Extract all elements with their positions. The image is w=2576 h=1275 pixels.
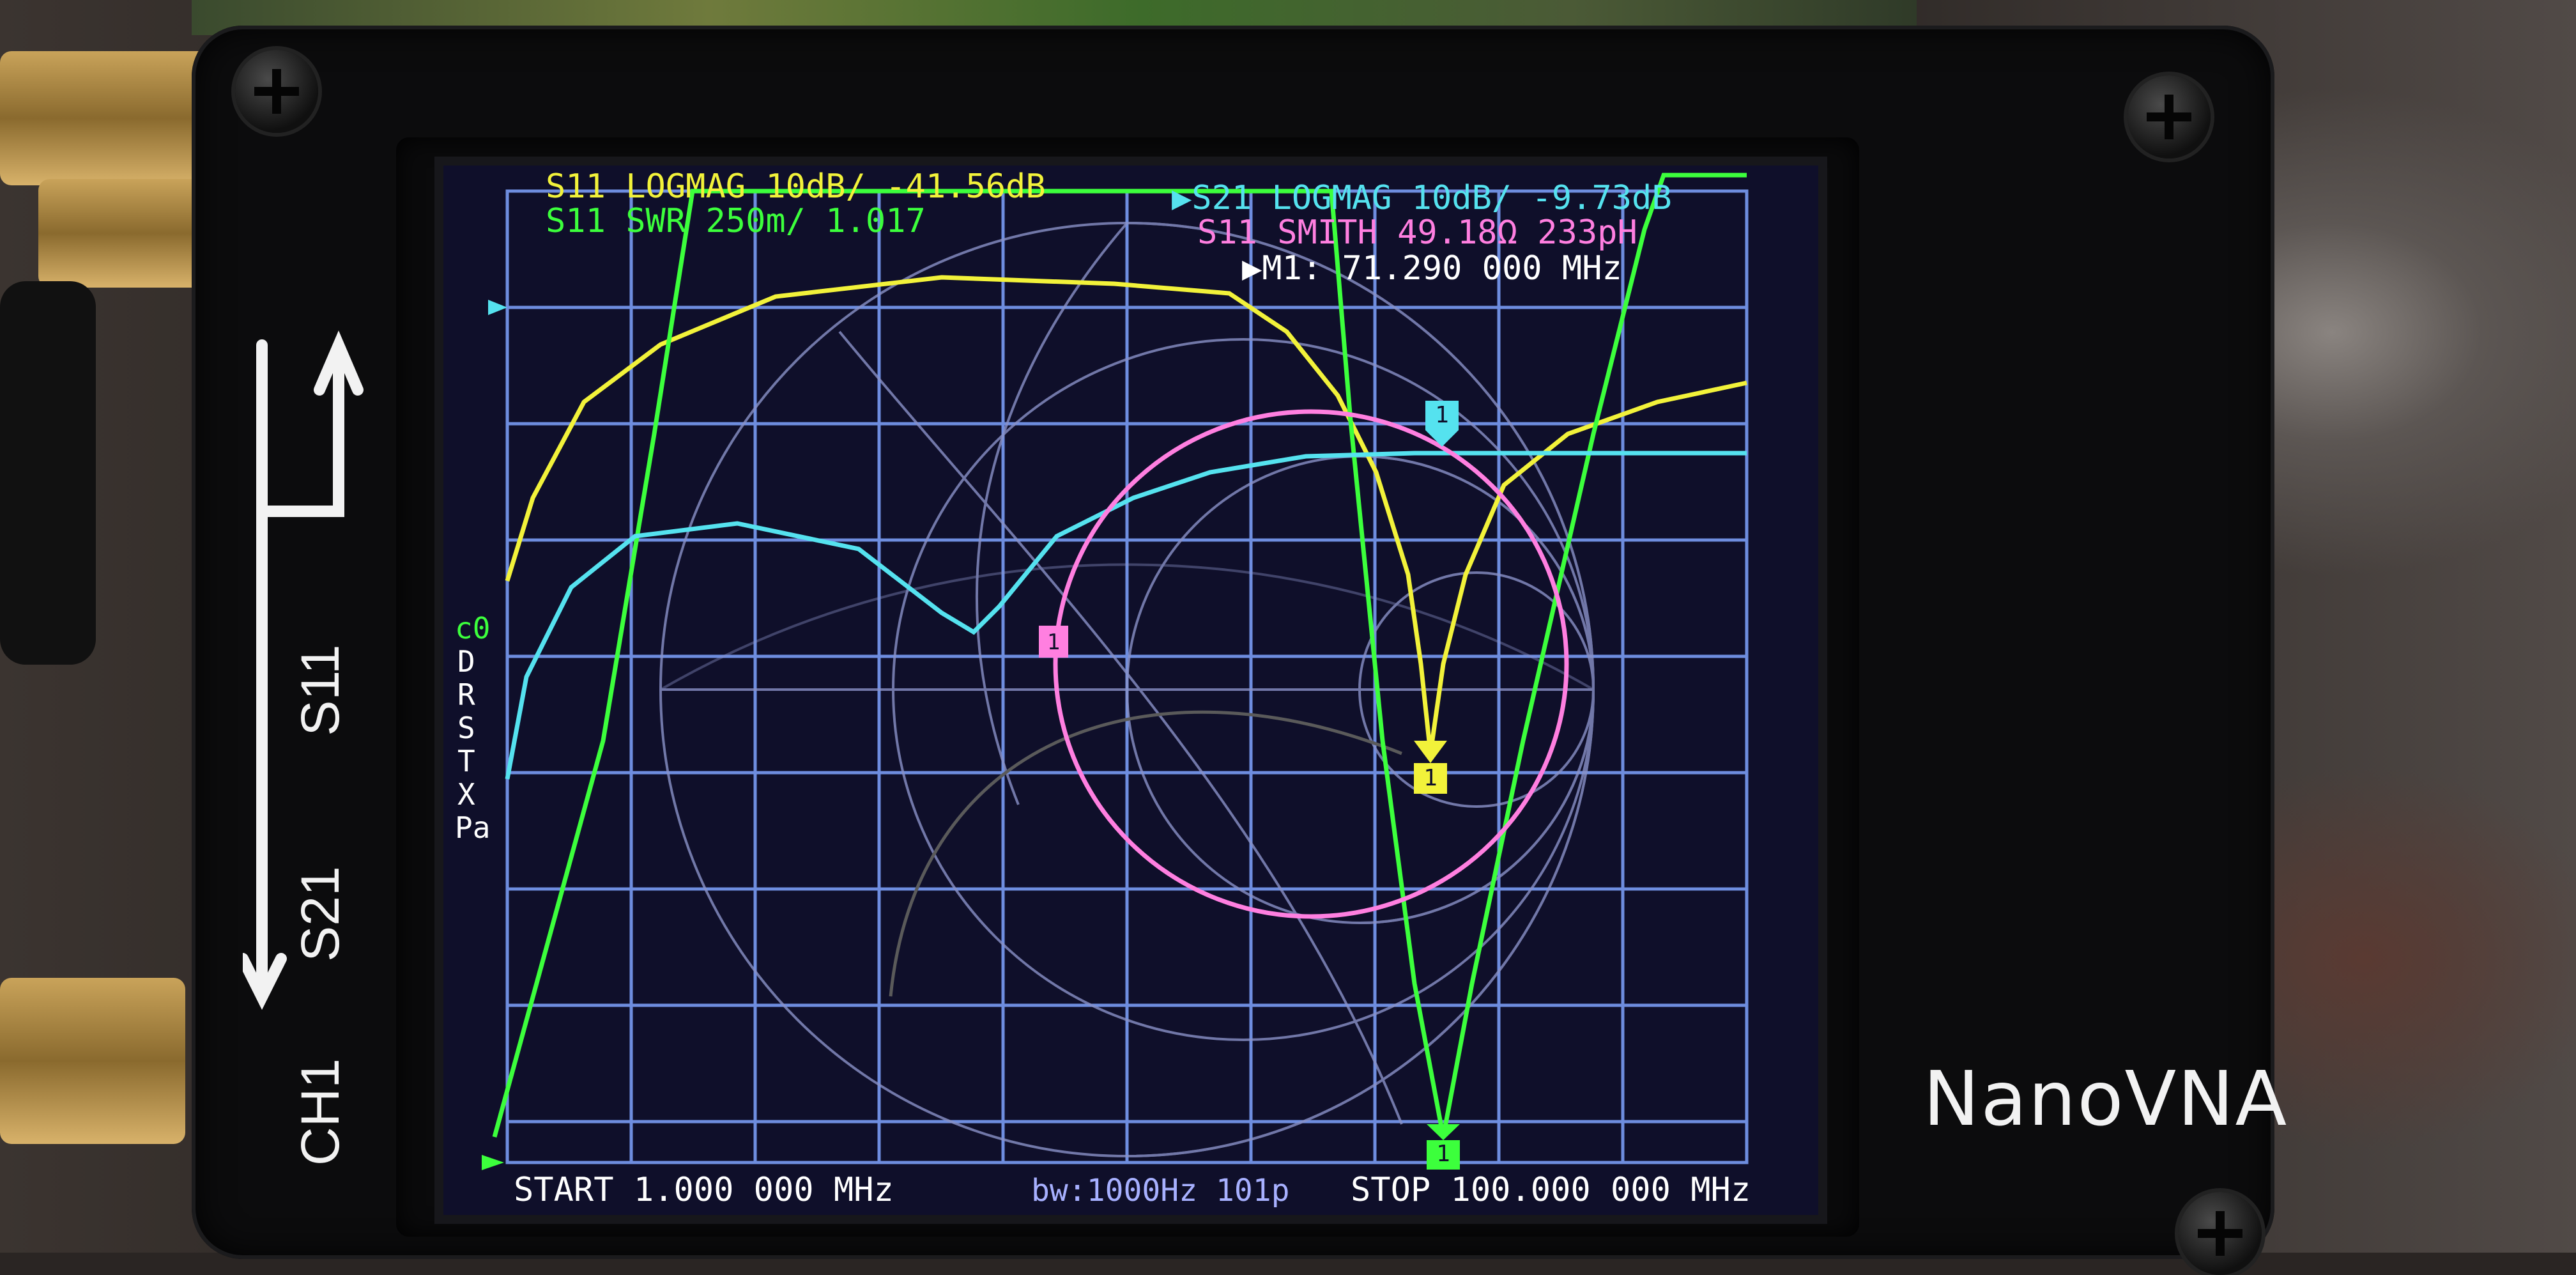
- side-item-s[interactable]: S: [457, 711, 475, 745]
- reference-arrow-bottom-icon: [482, 1155, 504, 1170]
- screw-top-left: [235, 50, 318, 133]
- ch1-label: CH1: [290, 1058, 350, 1163]
- screw-top-right: [2128, 75, 2211, 158]
- vna-display: 1 1 1 1 S11 LOGMAG 10dB/ -41.56dB S11 SW…: [455, 167, 1751, 1209]
- svg-text:1: 1: [1047, 630, 1060, 655]
- side-item-pa[interactable]: Pa: [455, 810, 490, 845]
- trace2-label[interactable]: S11 SWR 250m/ 1.017: [546, 202, 926, 240]
- stop-frequency[interactable]: STOP 100.000 000 MHz: [1351, 1171, 1751, 1209]
- nanovna-logo: NanoVNA: [1923, 1055, 2288, 1143]
- svg-text:1: 1: [1436, 1141, 1450, 1167]
- trace-s11-smith: [1053, 409, 1569, 919]
- side-item-r[interactable]: R: [457, 677, 475, 712]
- marker-readout[interactable]: ▶M1: 71.290 000 MHz: [1242, 249, 1622, 288]
- port-label-panel: S11 S21 CH1: [243, 330, 364, 1163]
- marker-1-s11-logmag: 1: [1414, 741, 1447, 794]
- vna-lcd-screen: 1 1 1 1 S11 LOGMAG 10dB/ -41.56dB S11 SW…: [434, 157, 1827, 1224]
- bandwidth-points[interactable]: bw:1000Hz 101p: [1031, 1173, 1290, 1209]
- coax-cable-top: [0, 281, 96, 665]
- marker-1-swr: 1: [1427, 1124, 1460, 1170]
- marker-1-s11-smith: 1: [1039, 626, 1068, 658]
- trace3-label[interactable]: ▶S21 LOGMAG 10dB/ -9.73dB: [1172, 179, 1672, 217]
- reference-arrow-icon: [488, 300, 507, 315]
- sma-connector-top: [0, 51, 211, 185]
- sma-connector-top-nut: [38, 179, 204, 288]
- side-menu: c0 D R S T X Pa: [455, 611, 490, 845]
- side-item-d[interactable]: D: [457, 644, 475, 679]
- trace1-label[interactable]: S11 LOGMAG 10dB/ -41.56dB: [546, 167, 1046, 206]
- sma-connector-bottom: [0, 978, 185, 1144]
- screw-bottom-right: [2179, 1192, 2262, 1275]
- side-item-t[interactable]: T: [457, 744, 475, 778]
- s11-label: S11: [290, 644, 350, 736]
- svg-text:1: 1: [1423, 765, 1438, 791]
- s21-label: S21: [290, 866, 350, 961]
- trace4-label[interactable]: S11 SMITH 49.18Ω 233pH: [1197, 213, 1637, 252]
- side-item-c0[interactable]: c0: [455, 611, 490, 645]
- svg-text:1: 1: [1435, 402, 1449, 428]
- start-frequency[interactable]: START 1.000 000 MHz: [514, 1171, 894, 1209]
- side-item-x[interactable]: X: [457, 777, 475, 812]
